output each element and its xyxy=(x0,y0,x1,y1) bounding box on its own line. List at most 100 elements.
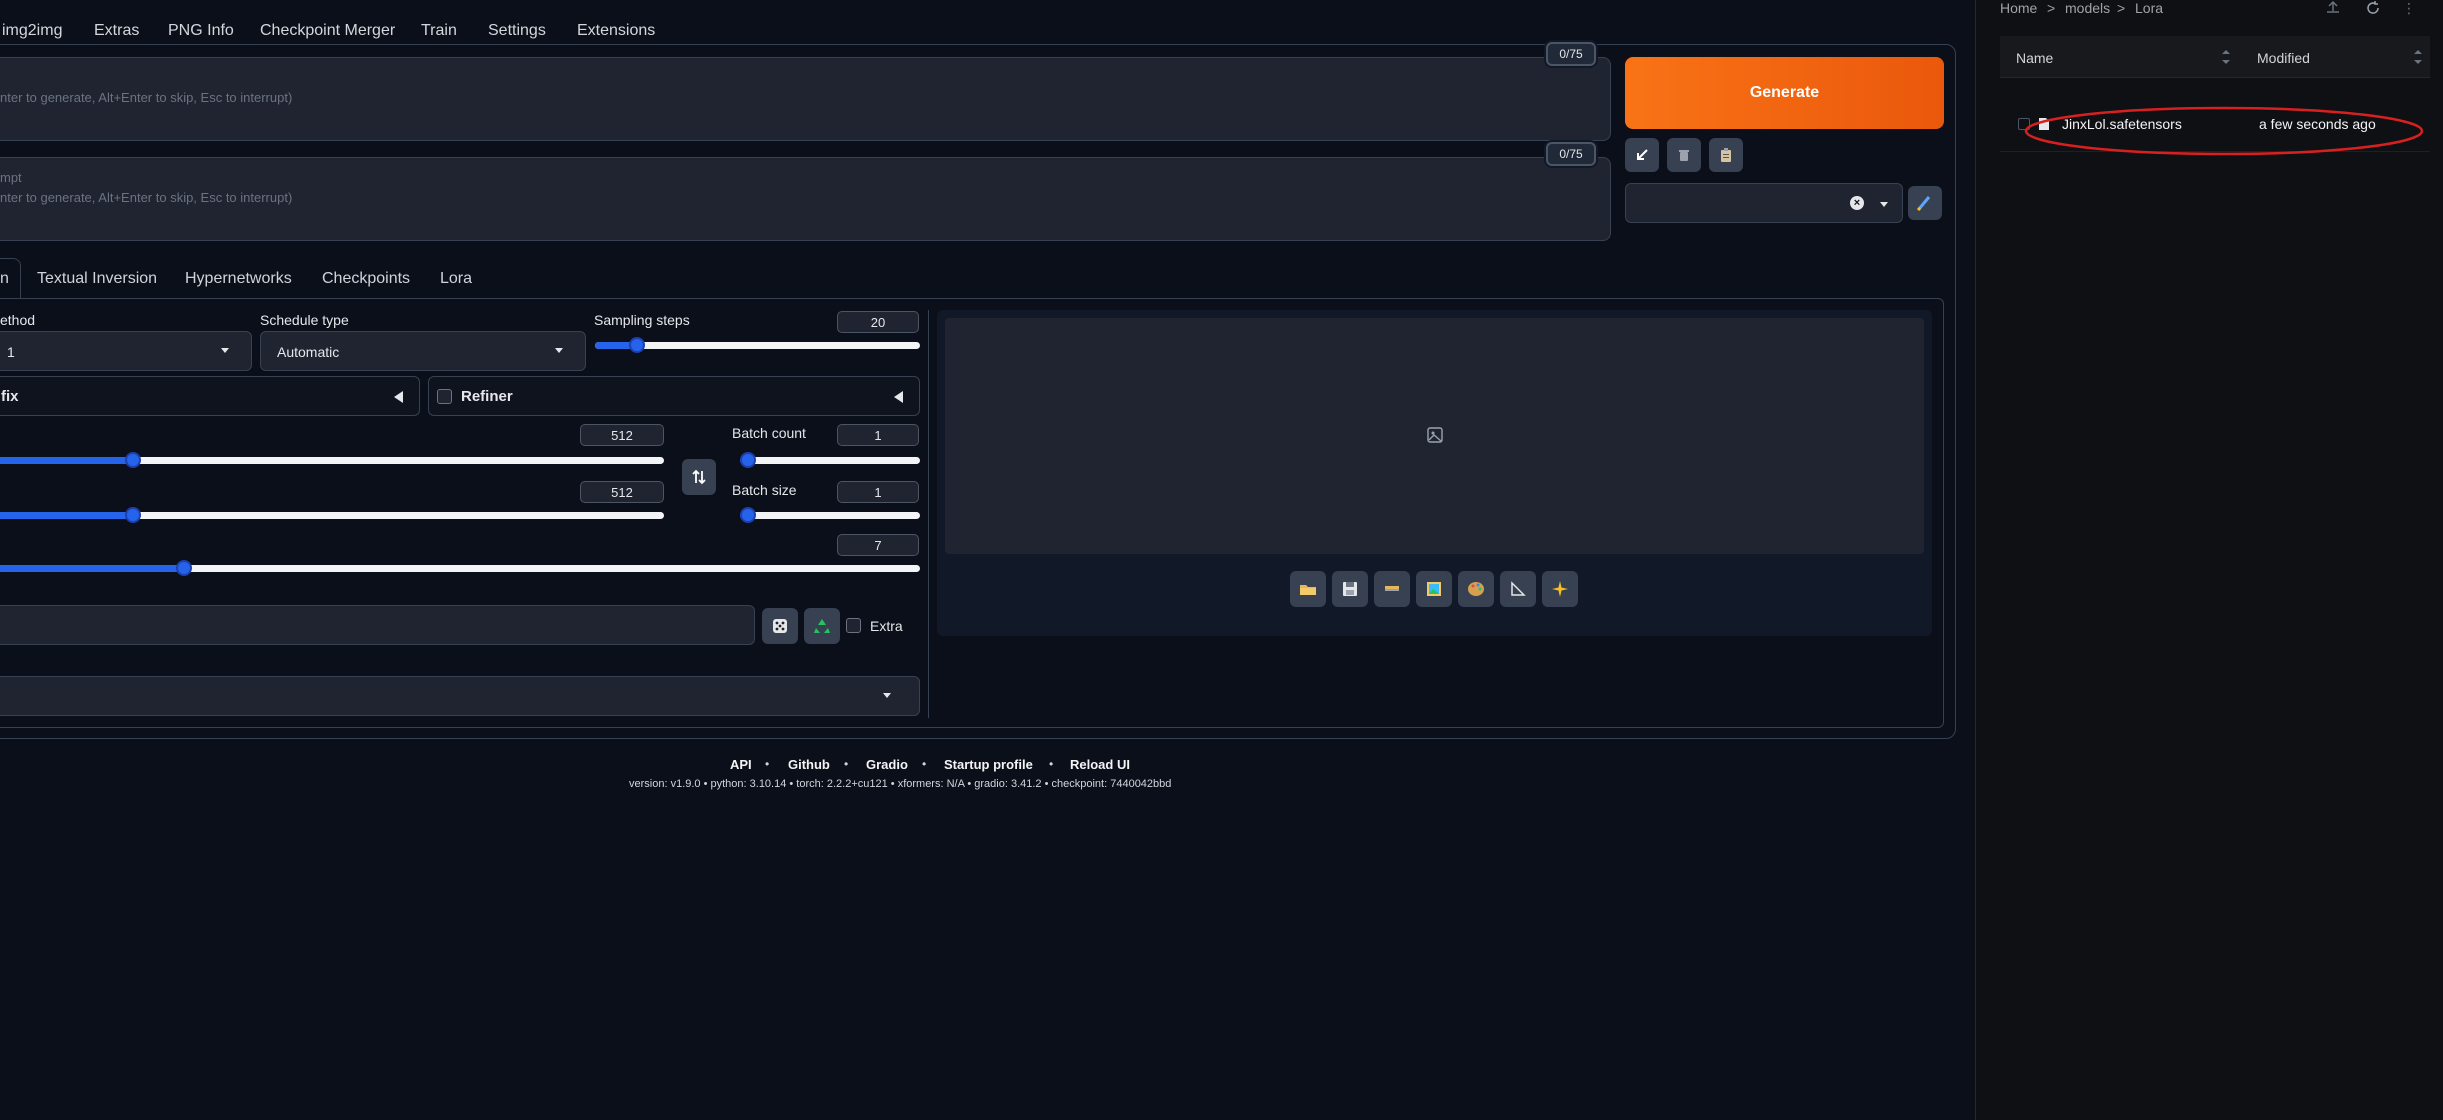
open-folder-button[interactable] xyxy=(1290,571,1326,607)
panel-divider xyxy=(928,310,929,718)
collapse-arrow-icon xyxy=(894,391,903,403)
sort-icon[interactable] xyxy=(2222,50,2230,64)
breadcrumb-lora[interactable]: Lora xyxy=(2135,0,2163,16)
refiner-label: Refiner xyxy=(461,388,513,405)
file-browser-panel: Home > models > Lora ⋮ Name Modified Jin… xyxy=(1975,0,2443,1120)
column-name[interactable]: Name xyxy=(2016,50,2053,66)
output-gallery xyxy=(945,318,1924,554)
more-options-icon[interactable]: ⋮ xyxy=(2402,0,2416,17)
footer-link-github[interactable]: Github xyxy=(788,757,830,772)
schedule-type-label: Schedule type xyxy=(260,312,349,328)
width-thumb[interactable] xyxy=(124,452,141,468)
chevron-down-icon xyxy=(221,348,229,353)
reuse-seed-button[interactable] xyxy=(804,608,840,644)
upload-icon[interactable] xyxy=(2325,0,2341,14)
footer-link-gradio[interactable]: Gradio xyxy=(866,757,908,772)
height-fill xyxy=(0,512,133,519)
batch-size-input[interactable]: 1 xyxy=(837,481,919,503)
footer-link-startup-profile[interactable]: Startup profile xyxy=(944,757,1033,772)
save-icon xyxy=(1343,582,1357,596)
save-button[interactable] xyxy=(1332,571,1368,607)
tab-extras[interactable]: Extras xyxy=(94,22,139,40)
send-to-inpaint-button[interactable] xyxy=(1458,571,1494,607)
batch-size-slider[interactable] xyxy=(740,507,920,523)
sampling-steps-slider[interactable] xyxy=(595,337,920,353)
negative-prompt-token-counter: 0/75 xyxy=(1546,142,1596,166)
zip-button[interactable] xyxy=(1374,571,1410,607)
batch-size-thumb[interactable] xyxy=(740,507,756,523)
height-input[interactable]: 512 xyxy=(580,481,664,503)
height-thumb[interactable] xyxy=(124,507,141,523)
read-params-button[interactable] xyxy=(1625,138,1659,172)
breadcrumb-models[interactable]: models xyxy=(2065,0,2110,16)
clear-styles-icon[interactable]: × xyxy=(1850,196,1864,210)
sampling-steps-thumb[interactable] xyxy=(629,337,646,353)
seed-input[interactable] xyxy=(0,605,755,645)
swap-dimensions-button[interactable] xyxy=(682,459,716,495)
styles-dropdown[interactable]: × xyxy=(1625,183,1903,223)
schedule-type-dropdown[interactable]: Automatic xyxy=(260,331,586,371)
breadcrumb-home[interactable]: Home xyxy=(2000,0,2037,16)
width-slider[interactable] xyxy=(0,452,664,468)
send-to-img2img-button[interactable] xyxy=(1416,571,1452,607)
extra-seed-checkbox[interactable] xyxy=(846,618,861,633)
schedule-type-value: Automatic xyxy=(277,344,340,360)
swap-arrows-icon xyxy=(692,469,706,485)
trash-button[interactable] xyxy=(1667,138,1701,172)
tab-train[interactable]: Train xyxy=(421,22,457,40)
footer-dot: • xyxy=(844,757,849,771)
upscale-button[interactable] xyxy=(1542,571,1578,607)
send-to-extras-button[interactable] xyxy=(1500,571,1536,607)
generate-button[interactable]: Generate xyxy=(1625,57,1944,129)
script-dropdown[interactable] xyxy=(0,676,920,716)
sampling-method-label: ethod xyxy=(0,312,36,328)
edit-styles-button[interactable] xyxy=(1908,186,1942,220)
negative-prompt-placeholder-1: mpt xyxy=(0,170,22,185)
cfg-scale-thumb[interactable] xyxy=(176,560,192,576)
chevron-down-icon xyxy=(883,693,891,698)
sampling-method-value: 1 xyxy=(7,344,15,360)
tab-textual-inversion[interactable]: Textual Inversion xyxy=(37,270,157,288)
folder-icon xyxy=(1300,585,1316,595)
trash-icon xyxy=(1679,150,1689,161)
tab-lora[interactable]: Lora xyxy=(440,270,472,288)
sampling-method-dropdown[interactable]: 1 xyxy=(0,331,252,371)
column-modified[interactable]: Modified xyxy=(2257,50,2310,66)
footer-dot: • xyxy=(765,757,770,771)
width-input[interactable]: 512 xyxy=(580,424,664,446)
footer-dot: • xyxy=(922,757,927,771)
height-slider[interactable] xyxy=(0,507,664,523)
chevron-down-icon xyxy=(555,348,563,353)
tab-png-info[interactable]: PNG Info xyxy=(168,22,234,40)
tab-generation[interactable]: n xyxy=(0,270,9,288)
refiner-checkbox[interactable] xyxy=(437,389,452,404)
refiner-accordion[interactable]: Refiner xyxy=(428,376,920,416)
clipboard-icon xyxy=(1721,148,1731,162)
tab-hypernetworks[interactable]: Hypernetworks xyxy=(185,270,292,288)
extra-seed-label: Extra xyxy=(870,618,903,634)
batch-count-input[interactable]: 1 xyxy=(837,424,919,446)
batch-count-slider[interactable] xyxy=(740,452,920,468)
tab-settings[interactable]: Settings xyxy=(488,22,546,40)
pencil-icon xyxy=(1916,196,1931,212)
paste-button[interactable] xyxy=(1709,138,1743,172)
prompt-token-counter: 0/75 xyxy=(1546,42,1596,66)
random-seed-button[interactable] xyxy=(762,608,798,644)
footer-link-api[interactable]: API xyxy=(730,757,752,772)
cfg-scale-input[interactable]: 7 xyxy=(837,534,919,556)
refresh-icon[interactable] xyxy=(2365,0,2381,16)
tab-checkpoints[interactable]: Checkpoints xyxy=(322,270,410,288)
cfg-scale-slider[interactable] xyxy=(0,560,920,576)
batch-count-thumb[interactable] xyxy=(740,452,756,468)
sort-icon[interactable] xyxy=(2414,50,2422,64)
hires-fix-accordion[interactable]: fix xyxy=(0,376,420,416)
footer-link-reload-ui[interactable]: Reload UI xyxy=(1070,757,1130,772)
tab-checkpoint-merger[interactable]: Checkpoint Merger xyxy=(260,22,395,40)
tab-img2img[interactable]: img2img xyxy=(2,22,62,40)
breadcrumb-separator: > xyxy=(2117,0,2126,16)
sampling-steps-input[interactable]: 20 xyxy=(837,311,919,333)
tab-extensions[interactable]: Extensions xyxy=(577,22,655,40)
sampling-steps-label: Sampling steps xyxy=(594,312,690,328)
batch-size-label: Batch size xyxy=(732,482,797,498)
negative-prompt-placeholder-2: nter to generate, Alt+Enter to skip, Esc… xyxy=(0,190,293,205)
